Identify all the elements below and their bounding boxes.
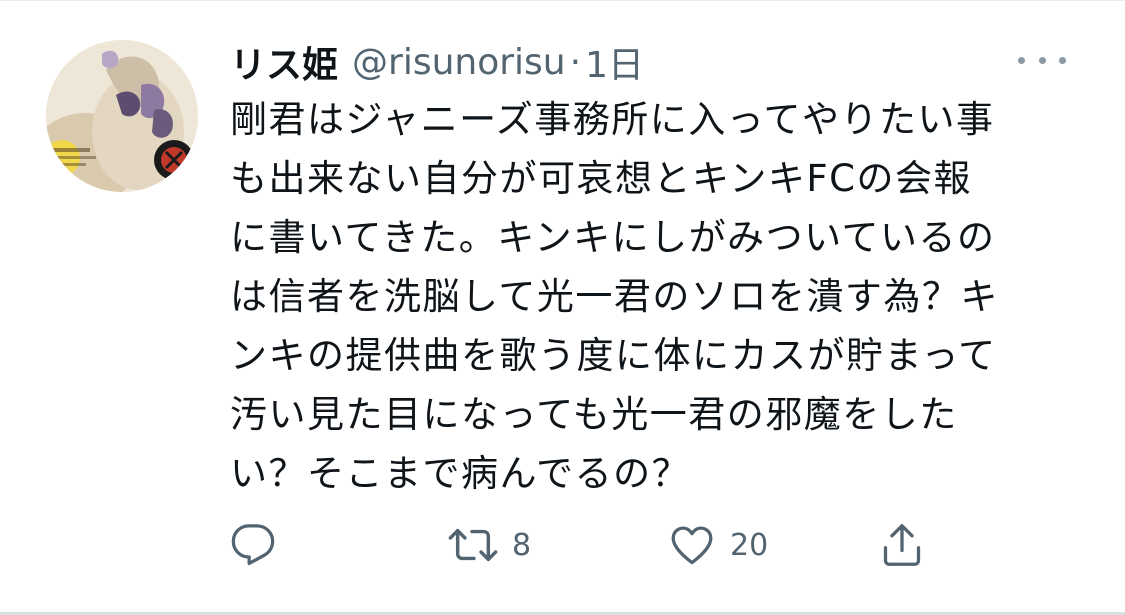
like-button[interactable]: 20 [668,515,768,575]
tweet-text-line: 剛君はジャニーズ事務所に入ってやりたい事 [230,98,995,141]
tweet-text: 剛君はジャニーズ事務所に入ってやりたい事 も出来ない自分が可哀想とキンキFCの会… [230,90,1060,503]
share-icon [883,524,921,566]
avatar[interactable] [46,40,198,192]
tweet-text-line: に書いてきた。キンキにしがみついているの [230,216,996,259]
reply-button[interactable] [230,515,290,575]
user-handle[interactable]: @risunorisu [352,42,566,83]
tweet-text-line: も出来ない自分が可哀想とキンキFCの会報 [230,157,973,200]
tweet-text-line: 汚い見た目になっても光一君の邪魔をした [230,393,958,436]
tweet-card[interactable]: リス姫 @risunorisu · 1日 剛君はジャニーズ事務所に入ってやりたい… [0,0,1125,615]
more-options-icon-dot-3 [1059,56,1066,64]
separator-dot: · [569,41,582,83]
tweet-header: リス姫 @risunorisu · 1日 [230,36,644,88]
tweet-actions: 8 20 [230,515,950,575]
timestamp[interactable]: 1日 [585,36,644,88]
avatar-image [46,40,198,192]
tweet-text-line: ンキの提供曲を歌う度に体にカスが貯まって [230,334,997,377]
retweet-button[interactable]: 8 [448,515,531,575]
top-divider [0,0,1125,1]
display-name[interactable]: リス姫 [230,36,338,88]
more-options-icon [1018,56,1025,64]
tweet-text-line: い？そこまで病んでるの？ [230,452,691,495]
retweet-count: 8 [512,527,532,563]
more-options-icon-dot-2 [1038,56,1046,64]
heart-icon [671,526,713,565]
tweet-text-line: は信者を洗脳して光一君のソロを潰す為？キ [230,275,999,318]
retweet-icon [448,528,498,562]
reply-icon [231,524,275,566]
more-options-button[interactable] [1018,48,1066,72]
like-count: 20 [730,527,769,563]
share-button[interactable] [880,515,938,575]
